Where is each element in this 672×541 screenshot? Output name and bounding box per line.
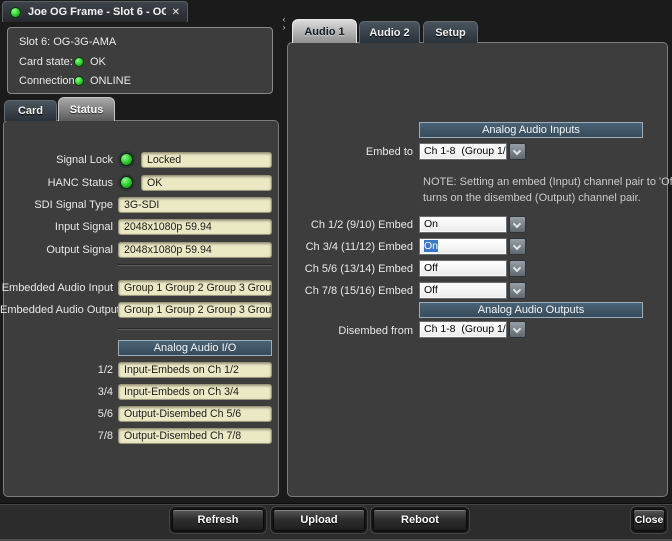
card-state-value: OK [90,56,106,68]
embed-to-select[interactable]: Ch 1-8 (Group 1/2) [419,143,507,160]
analog-audio-inputs-header: Analog Audio Inputs [419,122,643,138]
window-title: Joe OG Frame - Slot 6 - OG-3G-AMA [28,6,166,18]
tab-audio-1[interactable]: Audio 1 [292,19,357,43]
hanc-status-label: HANC Status [0,177,113,189]
ch56-embed-select[interactable]: Off [419,260,507,277]
connection-label: Connection: [19,75,78,87]
embedded-audio-output-value: Group 1 Group 2 Group 3 Group 4 [118,302,272,318]
embedded-audio-input-value: Group 1 Group 2 Group 3 Group 4 [118,280,272,296]
ch34-embed-select[interactable]: On [419,238,507,255]
ch34-embed-label: Ch 3/4 (11/12) Embed [290,241,413,253]
analog-audio-io-header: Analog Audio I/O [118,340,272,356]
input-signal-label: Input Signal [0,221,113,233]
signal-lock-label: Signal Lock [0,154,113,166]
tab-audio-2[interactable]: Audio 2 [359,21,420,43]
signal-lock-value: Locked [141,152,272,168]
output-signal-value: 2048x1080p 59.94 [118,242,272,258]
card-state-led-icon [74,57,84,67]
ch56-embed-chevron-down-icon[interactable] [509,260,526,277]
hanc-status-value: OK [141,175,272,191]
sdi-signal-type-label: SDI Signal Type [0,199,113,211]
analog-34-value: Input-Embeds on Ch 3/4 [118,384,272,400]
close-icon[interactable]: ✕ [172,7,180,18]
reboot-button[interactable]: Reboot [373,509,467,531]
upload-button[interactable]: Upload [273,509,365,531]
tab-setup[interactable]: Setup [423,21,478,43]
connection-status-led-icon [10,7,21,18]
ch78-embed-chevron-down-icon[interactable] [509,282,526,299]
embedded-audio-input-label: Embedded Audio Input [0,282,113,294]
analog-34-label: 3/4 [0,386,113,398]
disembed-from-label: Disembed from [290,325,413,337]
output-signal-label: Output Signal [0,244,113,256]
tab-status[interactable]: Status [58,97,115,121]
disembed-from-select[interactable]: Ch 1-8 (Group 1/2) [419,321,507,338]
connection-led-icon [74,76,84,86]
analog-audio-outputs-header: Analog Audio Outputs [419,302,643,318]
panel-splitter[interactable]: ‹ › [280,15,288,31]
note-line-2: turns on the disembed (Output) channel p… [423,192,641,204]
embed-to-label: Embed to [290,146,413,158]
disembed-from-chevron-down-icon[interactable] [509,321,526,338]
card-state-label: Card state: [19,56,73,68]
signal-lock-led-icon [120,153,133,166]
tab-card[interactable]: Card [4,100,57,121]
refresh-button[interactable]: Refresh [172,509,264,531]
window-title-tab[interactable]: Joe OG Frame - Slot 6 - OG-3G-AMA ✕ [2,1,188,22]
ch78-embed-select[interactable]: Off [419,282,507,299]
ch34-embed-chevron-down-icon[interactable] [509,238,526,255]
divider [118,328,272,330]
analog-12-value: Input-Embeds on Ch 1/2 [118,362,272,378]
ch56-embed-label: Ch 5/6 (13/14) Embed [290,263,413,275]
divider [118,264,272,266]
analog-78-label: 7/8 [0,430,113,442]
close-button[interactable]: Close [633,509,665,531]
ch12-embed-select[interactable]: On [419,216,507,233]
note-line-1: NOTE: Setting an embed (Input) channel p… [423,176,672,188]
sdi-signal-type-value: 3G-SDI [118,197,272,213]
connection-value: ONLINE [90,75,131,87]
embedded-audio-output-label: Embedded Audio Output [0,304,113,316]
footer-bar: Refresh Upload Reboot Close [0,503,672,541]
analog-78-value: Output-Disembed Ch 7/8 [118,428,272,444]
hanc-status-led-icon [120,176,133,189]
analog-56-value: Output-Disembed Ch 5/6 [118,406,272,422]
input-signal-value: 2048x1080p 59.94 [118,219,272,235]
ch78-embed-label: Ch 7/8 (15/16) Embed [290,285,413,297]
app-window: Joe OG Frame - Slot 6 - OG-3G-AMA ✕ Slot… [0,0,672,541]
analog-56-label: 5/6 [0,408,113,420]
ch12-embed-label: Ch 1/2 (9/10) Embed [290,219,413,231]
card-info-panel: Slot 6: OG-3G-AMA Card state: OK Connect… [7,27,273,94]
expand-right-icon[interactable]: › [280,23,288,31]
ch12-embed-chevron-down-icon[interactable] [509,216,526,233]
embed-to-chevron-down-icon[interactable] [509,143,526,160]
analog-12-label: 1/2 [0,364,113,376]
slot-title: Slot 6: OG-3G-AMA [19,36,116,48]
